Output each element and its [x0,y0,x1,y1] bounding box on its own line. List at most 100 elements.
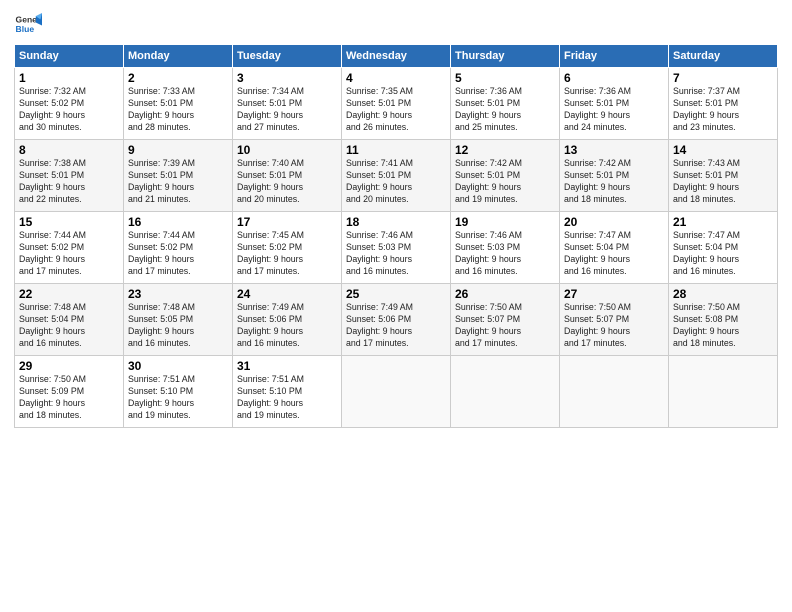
day-cell: 11Sunrise: 7:41 AM Sunset: 5:01 PM Dayli… [342,140,451,212]
day-number: 21 [673,215,773,229]
svg-text:Blue: Blue [16,24,35,34]
week-row-1: 1Sunrise: 7:32 AM Sunset: 5:02 PM Daylig… [15,68,778,140]
day-cell: 1Sunrise: 7:32 AM Sunset: 5:02 PM Daylig… [15,68,124,140]
day-number: 5 [455,71,555,85]
day-info: Sunrise: 7:49 AM Sunset: 5:06 PM Dayligh… [346,302,446,350]
day-cell: 19Sunrise: 7:46 AM Sunset: 5:03 PM Dayli… [451,212,560,284]
day-cell: 29Sunrise: 7:50 AM Sunset: 5:09 PM Dayli… [15,356,124,428]
day-cell: 10Sunrise: 7:40 AM Sunset: 5:01 PM Dayli… [233,140,342,212]
calendar-table: SundayMondayTuesdayWednesdayThursdayFrid… [14,44,778,428]
day-cell: 15Sunrise: 7:44 AM Sunset: 5:02 PM Dayli… [15,212,124,284]
day-info: Sunrise: 7:50 AM Sunset: 5:07 PM Dayligh… [564,302,664,350]
col-header-thursday: Thursday [451,45,560,68]
day-info: Sunrise: 7:45 AM Sunset: 5:02 PM Dayligh… [237,230,337,278]
day-cell: 26Sunrise: 7:50 AM Sunset: 5:07 PM Dayli… [451,284,560,356]
day-number: 23 [128,287,228,301]
day-info: Sunrise: 7:46 AM Sunset: 5:03 PM Dayligh… [455,230,555,278]
day-info: Sunrise: 7:35 AM Sunset: 5:01 PM Dayligh… [346,86,446,134]
day-cell: 4Sunrise: 7:35 AM Sunset: 5:01 PM Daylig… [342,68,451,140]
day-number: 7 [673,71,773,85]
week-row-2: 8Sunrise: 7:38 AM Sunset: 5:01 PM Daylig… [15,140,778,212]
day-info: Sunrise: 7:44 AM Sunset: 5:02 PM Dayligh… [19,230,119,278]
day-cell: 27Sunrise: 7:50 AM Sunset: 5:07 PM Dayli… [560,284,669,356]
day-info: Sunrise: 7:48 AM Sunset: 5:04 PM Dayligh… [19,302,119,350]
day-number: 15 [19,215,119,229]
day-cell: 18Sunrise: 7:46 AM Sunset: 5:03 PM Dayli… [342,212,451,284]
day-cell: 17Sunrise: 7:45 AM Sunset: 5:02 PM Dayli… [233,212,342,284]
day-cell: 22Sunrise: 7:48 AM Sunset: 5:04 PM Dayli… [15,284,124,356]
day-info: Sunrise: 7:42 AM Sunset: 5:01 PM Dayligh… [455,158,555,206]
day-cell [451,356,560,428]
day-number: 1 [19,71,119,85]
day-number: 30 [128,359,228,373]
day-number: 13 [564,143,664,157]
col-header-monday: Monday [124,45,233,68]
day-cell: 8Sunrise: 7:38 AM Sunset: 5:01 PM Daylig… [15,140,124,212]
day-cell: 31Sunrise: 7:51 AM Sunset: 5:10 PM Dayli… [233,356,342,428]
day-number: 31 [237,359,337,373]
day-number: 22 [19,287,119,301]
header-row: General Blue [14,10,778,38]
day-number: 17 [237,215,337,229]
day-number: 18 [346,215,446,229]
day-number: 11 [346,143,446,157]
day-info: Sunrise: 7:33 AM Sunset: 5:01 PM Dayligh… [128,86,228,134]
day-info: Sunrise: 7:44 AM Sunset: 5:02 PM Dayligh… [128,230,228,278]
col-header-tuesday: Tuesday [233,45,342,68]
col-header-sunday: Sunday [15,45,124,68]
day-info: Sunrise: 7:36 AM Sunset: 5:01 PM Dayligh… [564,86,664,134]
day-info: Sunrise: 7:38 AM Sunset: 5:01 PM Dayligh… [19,158,119,206]
day-info: Sunrise: 7:41 AM Sunset: 5:01 PM Dayligh… [346,158,446,206]
day-number: 2 [128,71,228,85]
day-number: 20 [564,215,664,229]
day-cell: 14Sunrise: 7:43 AM Sunset: 5:01 PM Dayli… [669,140,778,212]
day-cell: 24Sunrise: 7:49 AM Sunset: 5:06 PM Dayli… [233,284,342,356]
week-row-5: 29Sunrise: 7:50 AM Sunset: 5:09 PM Dayli… [15,356,778,428]
day-cell: 13Sunrise: 7:42 AM Sunset: 5:01 PM Dayli… [560,140,669,212]
day-cell: 2Sunrise: 7:33 AM Sunset: 5:01 PM Daylig… [124,68,233,140]
week-row-4: 22Sunrise: 7:48 AM Sunset: 5:04 PM Dayli… [15,284,778,356]
day-info: Sunrise: 7:42 AM Sunset: 5:01 PM Dayligh… [564,158,664,206]
day-number: 28 [673,287,773,301]
day-info: Sunrise: 7:50 AM Sunset: 5:07 PM Dayligh… [455,302,555,350]
header-row-days: SundayMondayTuesdayWednesdayThursdayFrid… [15,45,778,68]
day-cell: 6Sunrise: 7:36 AM Sunset: 5:01 PM Daylig… [560,68,669,140]
day-number: 3 [237,71,337,85]
day-info: Sunrise: 7:47 AM Sunset: 5:04 PM Dayligh… [564,230,664,278]
week-row-3: 15Sunrise: 7:44 AM Sunset: 5:02 PM Dayli… [15,212,778,284]
day-number: 26 [455,287,555,301]
day-number: 8 [19,143,119,157]
day-cell: 16Sunrise: 7:44 AM Sunset: 5:02 PM Dayli… [124,212,233,284]
day-number: 29 [19,359,119,373]
day-info: Sunrise: 7:48 AM Sunset: 5:05 PM Dayligh… [128,302,228,350]
day-cell: 20Sunrise: 7:47 AM Sunset: 5:04 PM Dayli… [560,212,669,284]
day-info: Sunrise: 7:39 AM Sunset: 5:01 PM Dayligh… [128,158,228,206]
day-number: 10 [237,143,337,157]
day-info: Sunrise: 7:51 AM Sunset: 5:10 PM Dayligh… [128,374,228,422]
day-info: Sunrise: 7:50 AM Sunset: 5:09 PM Dayligh… [19,374,119,422]
day-cell [560,356,669,428]
col-header-saturday: Saturday [669,45,778,68]
day-cell: 21Sunrise: 7:47 AM Sunset: 5:04 PM Dayli… [669,212,778,284]
day-info: Sunrise: 7:46 AM Sunset: 5:03 PM Dayligh… [346,230,446,278]
day-info: Sunrise: 7:50 AM Sunset: 5:08 PM Dayligh… [673,302,773,350]
logo: General Blue [14,10,46,38]
day-info: Sunrise: 7:32 AM Sunset: 5:02 PM Dayligh… [19,86,119,134]
day-cell: 5Sunrise: 7:36 AM Sunset: 5:01 PM Daylig… [451,68,560,140]
day-number: 19 [455,215,555,229]
day-cell: 25Sunrise: 7:49 AM Sunset: 5:06 PM Dayli… [342,284,451,356]
day-info: Sunrise: 7:43 AM Sunset: 5:01 PM Dayligh… [673,158,773,206]
day-cell: 23Sunrise: 7:48 AM Sunset: 5:05 PM Dayli… [124,284,233,356]
col-header-friday: Friday [560,45,669,68]
day-number: 27 [564,287,664,301]
day-cell: 3Sunrise: 7:34 AM Sunset: 5:01 PM Daylig… [233,68,342,140]
day-info: Sunrise: 7:36 AM Sunset: 5:01 PM Dayligh… [455,86,555,134]
day-info: Sunrise: 7:40 AM Sunset: 5:01 PM Dayligh… [237,158,337,206]
day-cell: 9Sunrise: 7:39 AM Sunset: 5:01 PM Daylig… [124,140,233,212]
main-container: General Blue SundayMondayTuesdayWednesda… [0,0,792,436]
day-number: 14 [673,143,773,157]
day-number: 6 [564,71,664,85]
day-info: Sunrise: 7:47 AM Sunset: 5:04 PM Dayligh… [673,230,773,278]
day-cell [669,356,778,428]
day-cell: 7Sunrise: 7:37 AM Sunset: 5:01 PM Daylig… [669,68,778,140]
